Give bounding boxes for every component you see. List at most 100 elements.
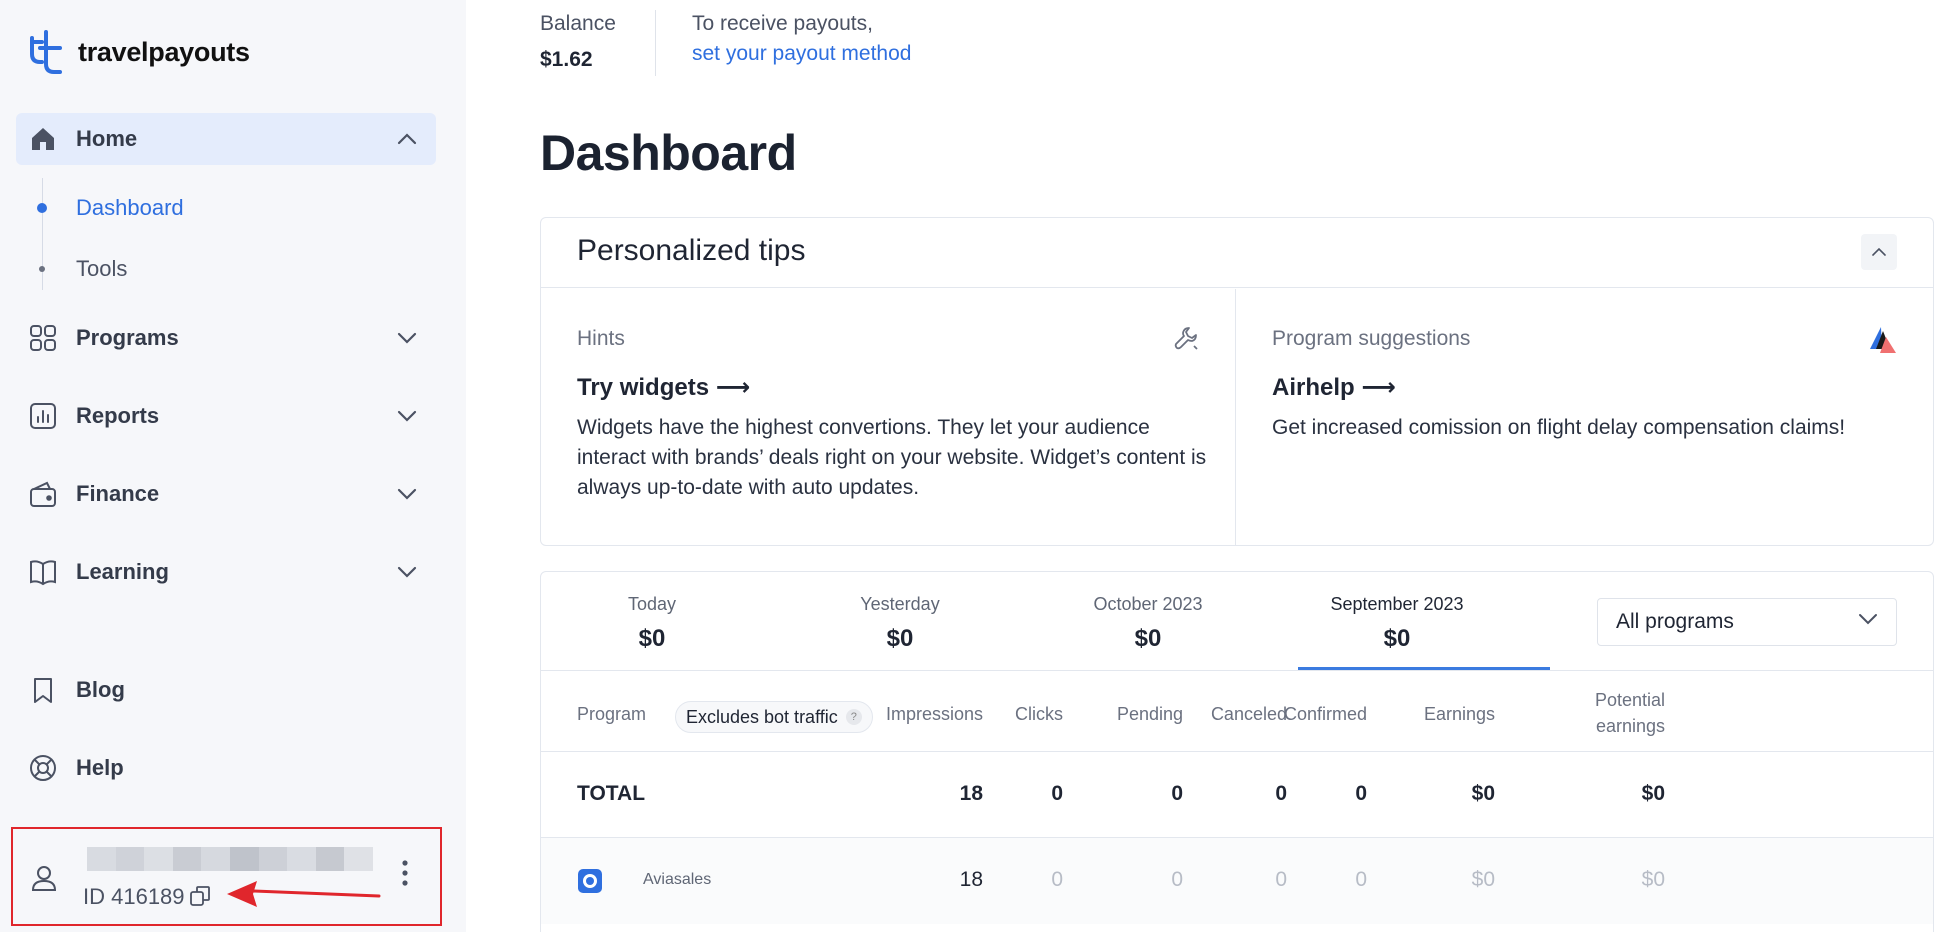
sidebar-item-label: Help <box>76 755 124 780</box>
app: travelpayouts Home Dashboard Tools Progr… <box>0 0 1940 932</box>
tab-october[interactable]: October 2023 $0 <box>1048 594 1248 653</box>
col-potential-earnings: Potential earnings <box>1595 687 1665 739</box>
sidebar-subitem-tools[interactable]: Tools <box>76 256 127 282</box>
total-clicks: 0 <box>1051 782 1063 805</box>
payout-method-link[interactable]: set your payout method <box>692 42 911 66</box>
lifebuoy-icon <box>28 753 58 783</box>
program-clicks: 0 <box>1051 868 1063 891</box>
sidebar-item-learning[interactable]: Learning <box>16 546 436 598</box>
chevron-up-icon <box>1872 248 1886 256</box>
home-icon <box>28 124 58 154</box>
program-canceled: 0 <box>1275 868 1287 891</box>
page-title: Dashboard <box>540 125 797 181</box>
total-label: TOTAL <box>577 782 646 805</box>
suggestions-category: Program suggestions <box>1272 327 1471 350</box>
col-potential-line2: earnings <box>1595 716 1665 736</box>
airhelp-logo-icon <box>1868 325 1898 360</box>
active-dot <box>37 203 47 213</box>
col-confirmed: Confirmed <box>1283 704 1367 724</box>
col-earnings: Earnings <box>1423 704 1495 724</box>
sidebar-subitem-dashboard[interactable]: Dashboard <box>76 195 184 221</box>
logo[interactable]: travelpayouts <box>28 28 250 76</box>
sidebar-item-label: Finance <box>76 481 160 506</box>
aviasales-logo-icon <box>577 868 603 899</box>
chevron-down-icon[interactable] <box>396 405 418 427</box>
total-canceled: 0 <box>1275 782 1287 805</box>
sidebar-item-help[interactable]: Help <box>16 742 436 794</box>
total-confirmed: 0 <box>1355 782 1367 805</box>
sidebar-item-reports[interactable]: Reports <box>16 390 436 442</box>
balance-value: $1.62 <box>540 48 593 71</box>
sidebar-item-home[interactable]: Home <box>16 113 436 165</box>
program-potential: $0 <box>1641 868 1665 891</box>
divider <box>655 10 656 76</box>
airhelp-link[interactable]: Airhelp ⟶ <box>1272 373 1396 402</box>
submenu-line <box>42 178 43 290</box>
bookmark-icon <box>28 675 58 705</box>
chevron-up-icon[interactable] <box>396 128 418 150</box>
help-icon[interactable]: ? <box>845 709 862 725</box>
chevron-down-icon[interactable] <box>396 327 418 349</box>
tab-yesterday[interactable]: Yesterday $0 <box>800 594 1000 653</box>
account-panel: ID 416189 <box>11 827 442 926</box>
program-name[interactable]: Aviasales <box>643 871 711 889</box>
tips-card: Personalized tips Hints Try widgets ⟶ Wi… <box>540 217 1934 546</box>
total-earnings: $0 <box>1471 782 1495 805</box>
program-confirmed: 0 <box>1355 868 1367 891</box>
wrench-icon <box>1173 325 1199 356</box>
collapse-button[interactable] <box>1861 234 1897 270</box>
total-impressions: 18 <box>959 782 983 805</box>
bot-traffic-badge[interactable]: Excludes bot traffic ? <box>675 701 873 733</box>
program-filter-value: All programs <box>1616 610 1734 633</box>
balance-label: Balance <box>540 12 616 35</box>
tips-title: Personalized tips <box>577 234 806 267</box>
account-name-blurred <box>87 847 373 871</box>
period-value: $0 <box>1383 625 1411 652</box>
user-icon[interactable] <box>29 863 59 898</box>
period-label: Today <box>627 594 677 614</box>
tab-today[interactable]: Today $0 <box>552 594 752 653</box>
sidebar-item-label: Learning <box>76 559 169 584</box>
bot-traffic-label: Excludes bot traffic <box>686 706 838 727</box>
annotation-arrow-icon <box>223 877 383 916</box>
col-pending: Pending <box>1116 704 1183 724</box>
total-potential: $0 <box>1641 782 1665 805</box>
sidebar-item-finance[interactable]: Finance <box>16 468 436 520</box>
total-pending: 0 <box>1171 782 1183 805</box>
wallet-icon <box>28 479 58 509</box>
tab-september[interactable]: September 2023 $0 <box>1297 594 1497 653</box>
col-potential-line1: Potential <box>1594 690 1665 710</box>
account-id: ID 416189 <box>83 884 185 909</box>
book-icon <box>28 557 58 587</box>
brand-name: travelpayouts <box>78 36 250 67</box>
sidebar: travelpayouts Home Dashboard Tools Progr… <box>0 0 466 932</box>
period-label: October 2023 <box>1093 594 1203 614</box>
chevron-down-icon <box>1859 614 1877 625</box>
copy-icon[interactable] <box>189 885 211 912</box>
sidebar-item-label: Reports <box>76 403 160 428</box>
table-header: Program Excludes bot traffic ? Impressio… <box>541 670 1933 752</box>
sidebar-item-programs[interactable]: Programs <box>16 312 436 364</box>
program-pending: 0 <box>1171 868 1183 891</box>
program-earnings: $0 <box>1471 868 1495 891</box>
chart-icon <box>28 401 58 431</box>
try-widgets-link[interactable]: Try widgets ⟶ <box>577 373 750 402</box>
table-row[interactable]: Aviasales 18 0 0 0 0 $0 $0 <box>541 838 1933 924</box>
travelpayouts-logo-icon <box>30 30 62 74</box>
program-impressions: 18 <box>959 868 983 891</box>
chevron-down-icon[interactable] <box>396 483 418 505</box>
hints-body: Widgets have the highest convertions. Th… <box>577 416 1207 499</box>
col-clicks: Clicks <box>1015 704 1063 724</box>
sidebar-item-label: Blog <box>76 677 125 702</box>
table-row-total: TOTAL 18 0 0 0 0 $0 $0 <box>541 752 1933 838</box>
chevron-down-icon[interactable] <box>396 561 418 583</box>
more-vertical-icon[interactable] <box>401 859 409 892</box>
sidebar-item-blog[interactable]: Blog <box>16 664 436 716</box>
hints-panel: Hints Try widgets ⟶ Widgets have the hig… <box>541 289 1236 546</box>
sidebar-item-label: Home <box>76 126 138 151</box>
period-value: $0 <box>638 625 666 652</box>
program-filter-select[interactable]: All programs <box>1597 598 1897 646</box>
hints-category: Hints <box>577 327 625 350</box>
sidebar-item-label: Programs <box>76 325 179 350</box>
suggestions-panel: Program suggestions Airhelp ⟶ Get increa… <box>1236 289 1934 546</box>
